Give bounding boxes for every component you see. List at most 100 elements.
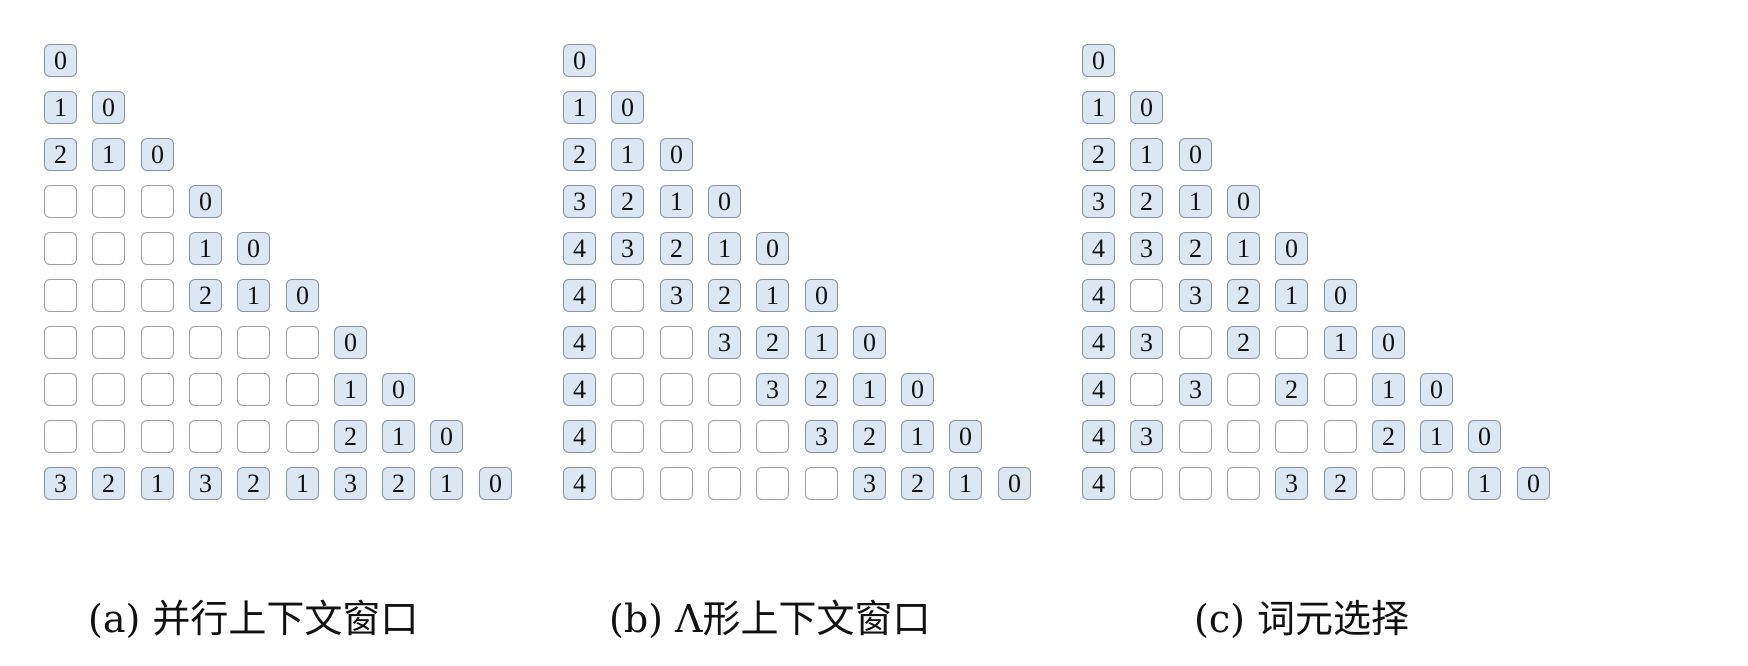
distance-cell: 1 xyxy=(611,138,644,171)
distance-cell: 3 xyxy=(611,232,644,265)
masked-cell xyxy=(611,420,644,453)
distance-cell: 2 xyxy=(1372,420,1405,453)
masked-cell xyxy=(660,420,693,453)
distance-cell: 1 xyxy=(805,326,838,359)
masked-cell xyxy=(141,185,174,218)
distance-cell: 1 xyxy=(286,467,319,500)
masked-cell xyxy=(1420,467,1453,500)
distance-cell: 1 xyxy=(756,279,789,312)
distance-cell: 0 xyxy=(141,138,174,171)
distance-cell: 0 xyxy=(1130,91,1163,124)
masked-cell xyxy=(660,326,693,359)
masked-cell xyxy=(189,420,222,453)
distance-cell: 1 xyxy=(44,91,77,124)
distance-cell: 4 xyxy=(1082,279,1115,312)
distance-cell: 0 xyxy=(44,44,77,77)
distance-cell: 3 xyxy=(1179,279,1212,312)
masked-cell xyxy=(1179,326,1212,359)
masked-cell xyxy=(611,279,644,312)
masked-cell xyxy=(286,326,319,359)
distance-cell: 0 xyxy=(853,326,886,359)
distance-cell: 0 xyxy=(92,91,125,124)
distance-cell: 4 xyxy=(1082,232,1115,265)
masked-cell xyxy=(286,373,319,406)
masked-cell xyxy=(1130,467,1163,500)
distance-cell: 1 xyxy=(334,373,367,406)
masked-cell xyxy=(141,279,174,312)
masked-cell xyxy=(141,373,174,406)
masked-cell xyxy=(1324,373,1357,406)
masked-cell xyxy=(141,326,174,359)
masked-cell xyxy=(44,232,77,265)
distance-cell: 0 xyxy=(708,185,741,218)
masked-cell xyxy=(1130,373,1163,406)
distance-cell: 0 xyxy=(1179,138,1212,171)
distance-cell: 1 xyxy=(563,91,596,124)
masked-cell xyxy=(1324,420,1357,453)
distance-cell: 2 xyxy=(44,138,77,171)
masked-cell xyxy=(92,279,125,312)
masked-cell xyxy=(286,420,319,453)
masked-cell xyxy=(611,326,644,359)
distance-cell: 0 xyxy=(1227,185,1260,218)
distance-cell: 0 xyxy=(1468,420,1501,453)
distance-cell: 4 xyxy=(1082,373,1115,406)
distance-cell: 1 xyxy=(660,185,693,218)
masked-cell xyxy=(1372,467,1405,500)
distance-cell: 4 xyxy=(563,232,596,265)
masked-cell xyxy=(1179,420,1212,453)
caption: (b) Λ形上下文窗口 xyxy=(609,597,931,641)
masked-cell xyxy=(1130,279,1163,312)
distance-cell: 0 xyxy=(382,373,415,406)
masked-cell xyxy=(189,373,222,406)
distance-cell: 2 xyxy=(237,467,270,500)
distance-cell: 1 xyxy=(901,420,934,453)
masked-cell xyxy=(237,326,270,359)
distance-cell: 2 xyxy=(92,467,125,500)
distance-cell: 0 xyxy=(756,232,789,265)
distance-cell: 0 xyxy=(1082,44,1115,77)
distance-cell: 2 xyxy=(611,185,644,218)
masked-cell xyxy=(660,467,693,500)
distance-cell: 3 xyxy=(334,467,367,500)
masked-cell xyxy=(92,326,125,359)
distance-cell: 2 xyxy=(1227,279,1260,312)
distance-cell: 1 xyxy=(237,279,270,312)
distance-cell: 0 xyxy=(1420,373,1453,406)
distance-cell: 0 xyxy=(563,44,596,77)
distance-cell: 3 xyxy=(708,326,741,359)
distance-cell: 3 xyxy=(805,420,838,453)
distance-cell: 1 xyxy=(949,467,982,500)
distance-cell: 1 xyxy=(1275,279,1308,312)
masked-cell xyxy=(708,420,741,453)
distance-cell: 2 xyxy=(334,420,367,453)
distance-cell: 3 xyxy=(1082,185,1115,218)
distance-cell: 0 xyxy=(660,138,693,171)
distance-cell: 1 xyxy=(189,232,222,265)
distance-cell: 3 xyxy=(756,373,789,406)
distance-cell: 0 xyxy=(998,467,1031,500)
distance-cell: 3 xyxy=(563,185,596,218)
distance-cell: 0 xyxy=(479,467,512,500)
distance-cell: 1 xyxy=(1420,420,1453,453)
masked-cell xyxy=(141,420,174,453)
distance-cell: 2 xyxy=(1179,232,1212,265)
distance-cell: 3 xyxy=(1130,326,1163,359)
masked-cell xyxy=(237,373,270,406)
distance-cell: 1 xyxy=(1324,326,1357,359)
distance-cell: 0 xyxy=(901,373,934,406)
masked-cell xyxy=(611,373,644,406)
distance-cell: 3 xyxy=(44,467,77,500)
masked-cell xyxy=(44,185,77,218)
masked-cell xyxy=(1227,373,1260,406)
distance-cell: 4 xyxy=(563,373,596,406)
distance-cell: 2 xyxy=(1227,326,1260,359)
distance-cell: 2 xyxy=(901,467,934,500)
masked-cell xyxy=(141,232,174,265)
distance-cell: 2 xyxy=(805,373,838,406)
masked-cell xyxy=(1275,326,1308,359)
distance-cell: 4 xyxy=(563,279,596,312)
distance-cell: 2 xyxy=(660,232,693,265)
masked-cell xyxy=(660,373,693,406)
distance-cell: 4 xyxy=(563,326,596,359)
